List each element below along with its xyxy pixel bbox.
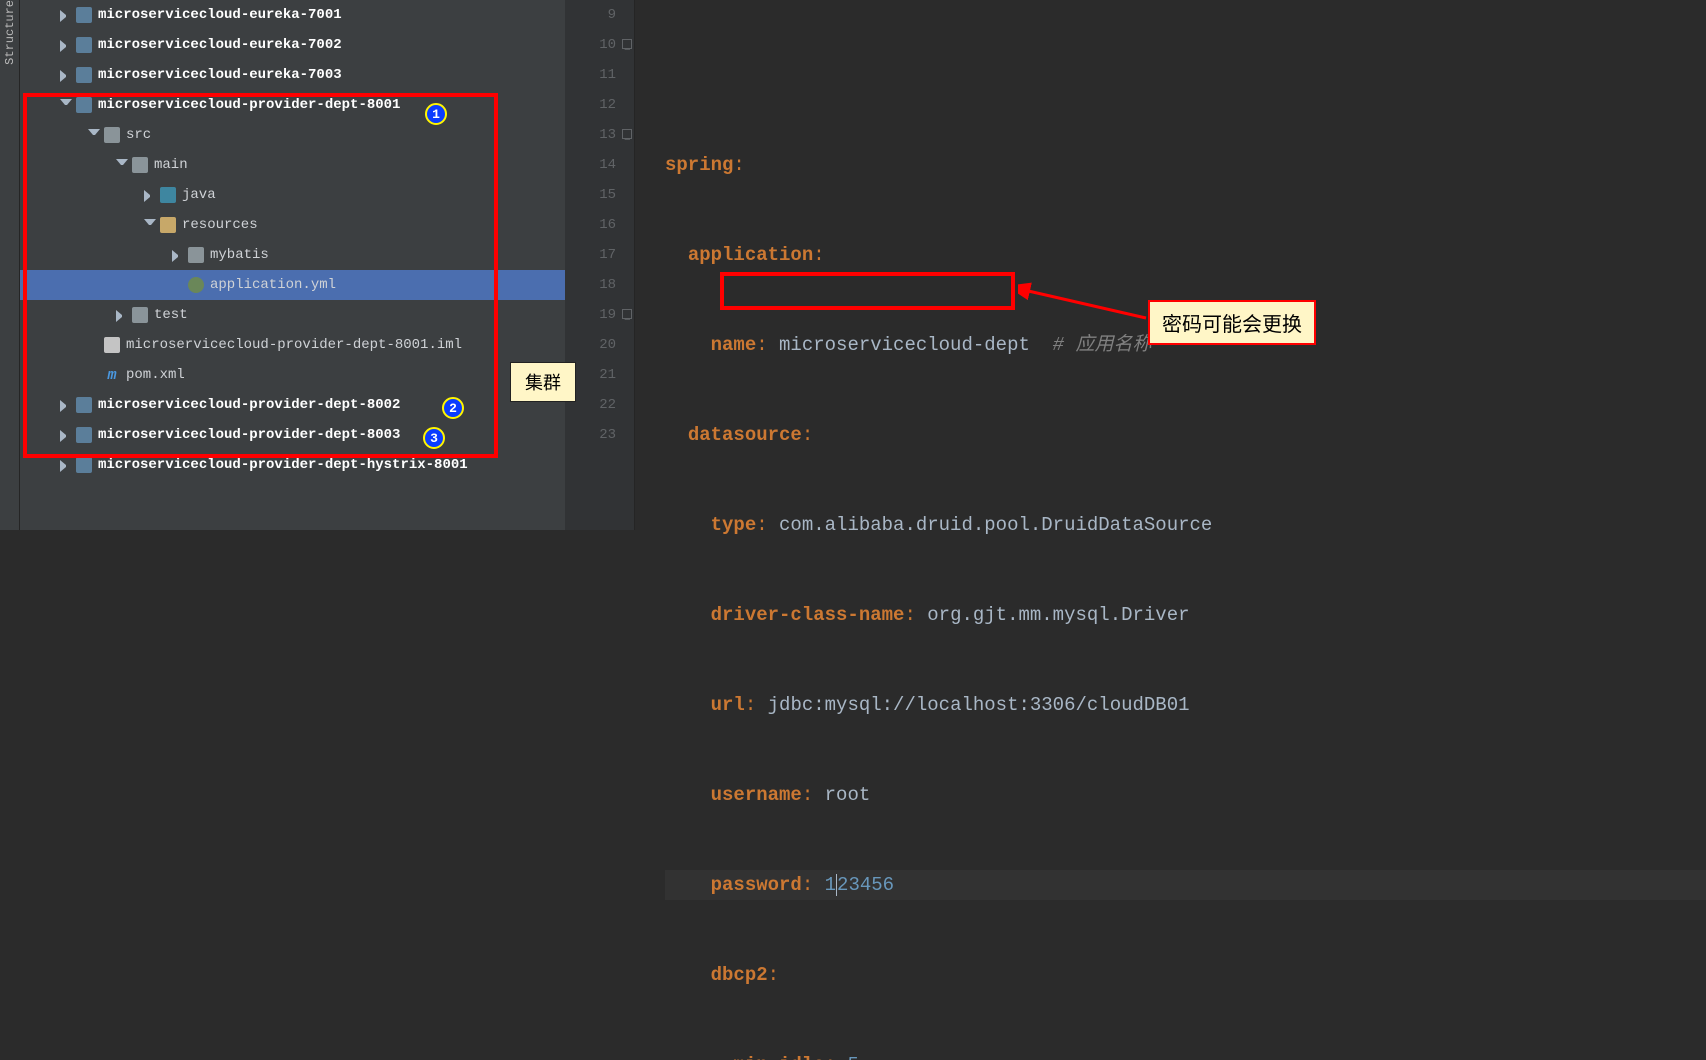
tree-item-module-dept-8001[interactable]: microservicecloud-provider-dept-8001 [20, 90, 565, 120]
code-line[interactable]: min-idle: 5 [665, 1050, 1706, 1060]
gutter-line: 16 [565, 210, 634, 240]
chevron-down-icon [60, 99, 72, 111]
source-folder-icon [160, 187, 176, 203]
tree-item-module-eureka-7001[interactable]: microservicecloud-eureka-7001 [20, 0, 565, 30]
code-line-current[interactable]: password: 123456 [665, 870, 1706, 900]
chevron-right-icon [60, 40, 72, 52]
gutter-line: 10 [565, 30, 634, 60]
annotation-badge-3: 3 [423, 427, 445, 449]
module-icon [76, 37, 92, 53]
gutter-line: 20 [565, 330, 634, 360]
tree-item-pom[interactable]: m pom.xml [20, 360, 565, 390]
tree-item-resources[interactable]: resources [20, 210, 565, 240]
tree-item-module-eureka-7002[interactable]: microservicecloud-eureka-7002 [20, 30, 565, 60]
tree-item-main[interactable]: main [20, 150, 565, 180]
module-icon [76, 67, 92, 83]
gutter-line: 23 [565, 420, 634, 450]
gutter-line: 13 [565, 120, 634, 150]
chevron-right-icon [60, 430, 72, 442]
module-icon [76, 7, 92, 23]
chevron-right-icon [60, 70, 72, 82]
chevron-down-icon [116, 159, 128, 171]
code-line[interactable]: application: [665, 240, 1706, 270]
gutter-line: 14 [565, 150, 634, 180]
gutter-line: 11 [565, 60, 634, 90]
password-note: 密码可能会更换 [1148, 300, 1316, 345]
tree-item-application-yml[interactable]: application.yml [20, 270, 565, 300]
fold-icon[interactable] [622, 309, 632, 319]
code-line[interactable]: dbcp2: [665, 960, 1706, 990]
tree-item-java[interactable]: java [20, 180, 565, 210]
module-icon [76, 397, 92, 413]
fold-icon[interactable] [622, 129, 632, 139]
chevron-right-icon [144, 190, 156, 202]
code-line[interactable] [665, 60, 1706, 90]
gutter-line: 9 [565, 0, 634, 30]
chevron-down-icon [144, 219, 156, 231]
gutter-line: 12 [565, 90, 634, 120]
structure-label: Structure [3, 0, 17, 71]
code-line[interactable]: datasource: [665, 420, 1706, 450]
code-line[interactable]: spring: [665, 150, 1706, 180]
tree-item-mybatis[interactable]: mybatis [20, 240, 565, 270]
code-line[interactable]: username: root [665, 780, 1706, 810]
resources-folder-icon [160, 217, 176, 233]
code-editor[interactable]: spring: application: name: microservicec… [635, 0, 1706, 530]
module-icon [76, 457, 92, 473]
code-line[interactable]: driver-class-name: org.gjt.mm.mysql.Driv… [665, 600, 1706, 630]
chevron-right-icon [60, 400, 72, 412]
maven-icon: m [104, 367, 120, 384]
editor-gutter: 9 10 11 12 13 14 15 16 17 18 19 20 21 22… [565, 0, 635, 530]
tree-item-iml[interactable]: microservicecloud-provider-dept-8001.iml [20, 330, 565, 360]
spring-config-icon [188, 277, 204, 293]
fold-icon[interactable] [622, 39, 632, 49]
annotation-badge-1: 1 [425, 103, 447, 125]
structure-sidebar[interactable]: Structure [0, 0, 20, 530]
tree-item-src[interactable]: src [20, 120, 565, 150]
gutter-line: 18 [565, 270, 634, 300]
code-line[interactable]: url: jdbc:mysql://localhost:3306/cloudDB… [665, 690, 1706, 720]
file-icon [104, 337, 120, 353]
gutter-line: 19 [565, 300, 634, 330]
folder-icon [104, 127, 120, 143]
folder-icon [132, 157, 148, 173]
project-tree[interactable]: microservicecloud-eureka-7001 microservi… [20, 0, 565, 530]
annotation-arrow-icon [1018, 282, 1148, 332]
tree-item-test[interactable]: test [20, 300, 565, 330]
chevron-right-icon [60, 460, 72, 472]
chevron-right-icon [116, 310, 128, 322]
module-icon [76, 427, 92, 443]
cluster-label: 集群 [510, 362, 576, 402]
chevron-down-icon [88, 129, 100, 141]
chevron-right-icon [60, 10, 72, 22]
tree-item-module-dept-8003[interactable]: microservicecloud-provider-dept-8003 [20, 420, 565, 450]
tree-item-module-eureka-7003[interactable]: microservicecloud-eureka-7003 [20, 60, 565, 90]
gutter-line: 17 [565, 240, 634, 270]
chevron-right-icon [172, 250, 184, 262]
tree-item-module-hystrix-8001[interactable]: microservicecloud-provider-dept-hystrix-… [20, 450, 565, 480]
code-line[interactable]: type: com.alibaba.druid.pool.DruidDataSo… [665, 510, 1706, 540]
module-icon [76, 97, 92, 113]
tree-item-module-dept-8002[interactable]: microservicecloud-provider-dept-8002 [20, 390, 565, 420]
annotation-badge-2: 2 [442, 397, 464, 419]
folder-icon [188, 247, 204, 263]
folder-icon [132, 307, 148, 323]
gutter-line: 15 [565, 180, 634, 210]
